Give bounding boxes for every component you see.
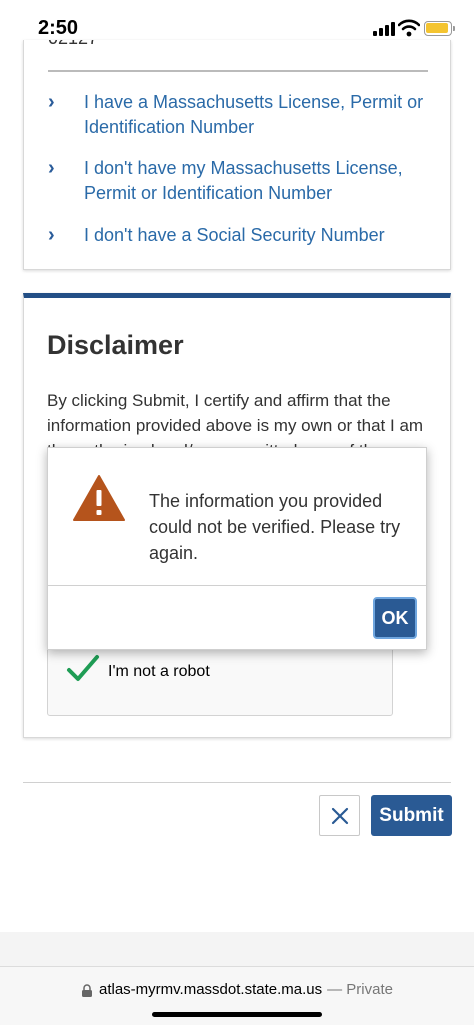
browser-toolbar-strip [0, 932, 474, 968]
chevron-right-icon: › [48, 91, 55, 113]
status-time: 2:50 [38, 17, 79, 39]
submit-button[interactable]: Submit [371, 795, 452, 836]
checkmark-icon [67, 655, 99, 681]
lock-icon [82, 984, 92, 997]
warning-icon [73, 475, 125, 521]
url-row: atlas-myrmv.massdot.state.ma.us — Privat… [0, 981, 474, 998]
home-indicator[interactable] [152, 1012, 322, 1017]
field-underline [48, 70, 428, 72]
identification-options-card: 02127 › I have a Massachusetts License, … [23, 40, 451, 270]
actions-divider [23, 782, 451, 783]
link-label: I have a Massachusetts License, Permit o… [84, 92, 424, 137]
link-have-ma-license[interactable]: › I have a Massachusetts License, Permit… [48, 90, 438, 140]
recaptcha-label: I'm not a robot [108, 663, 210, 680]
chevron-right-icon: › [48, 157, 55, 179]
link-label: I don't have my Massachusetts License, P… [84, 158, 403, 203]
cancel-button[interactable] [319, 795, 360, 836]
url-text: atlas-myrmv.massdot.state.ma.us [99, 981, 323, 998]
error-dialog: The information you provided could not b… [47, 447, 427, 650]
wifi-icon [398, 19, 420, 37]
cellular-signal-icon [373, 22, 395, 36]
chevron-right-icon: › [48, 224, 55, 246]
private-label: — Private [327, 981, 393, 998]
link-no-ma-license[interactable]: › I don't have my Massachusetts License,… [48, 156, 438, 206]
close-icon [331, 807, 348, 824]
dialog-divider [48, 585, 426, 586]
ok-button[interactable]: OK [373, 597, 417, 639]
link-no-ssn[interactable]: › I don't have a Social Security Number [48, 223, 438, 248]
link-label: I don't have a Social Security Number [84, 225, 385, 245]
error-message: The information you provided could not b… [149, 491, 401, 563]
battery-icon [424, 21, 455, 36]
disclaimer-title: Disclaimer [47, 330, 184, 360]
zip-code-value: 02127 [48, 40, 98, 49]
browser-address-bar[interactable]: atlas-myrmv.massdot.state.ma.us — Privat… [0, 966, 474, 1025]
